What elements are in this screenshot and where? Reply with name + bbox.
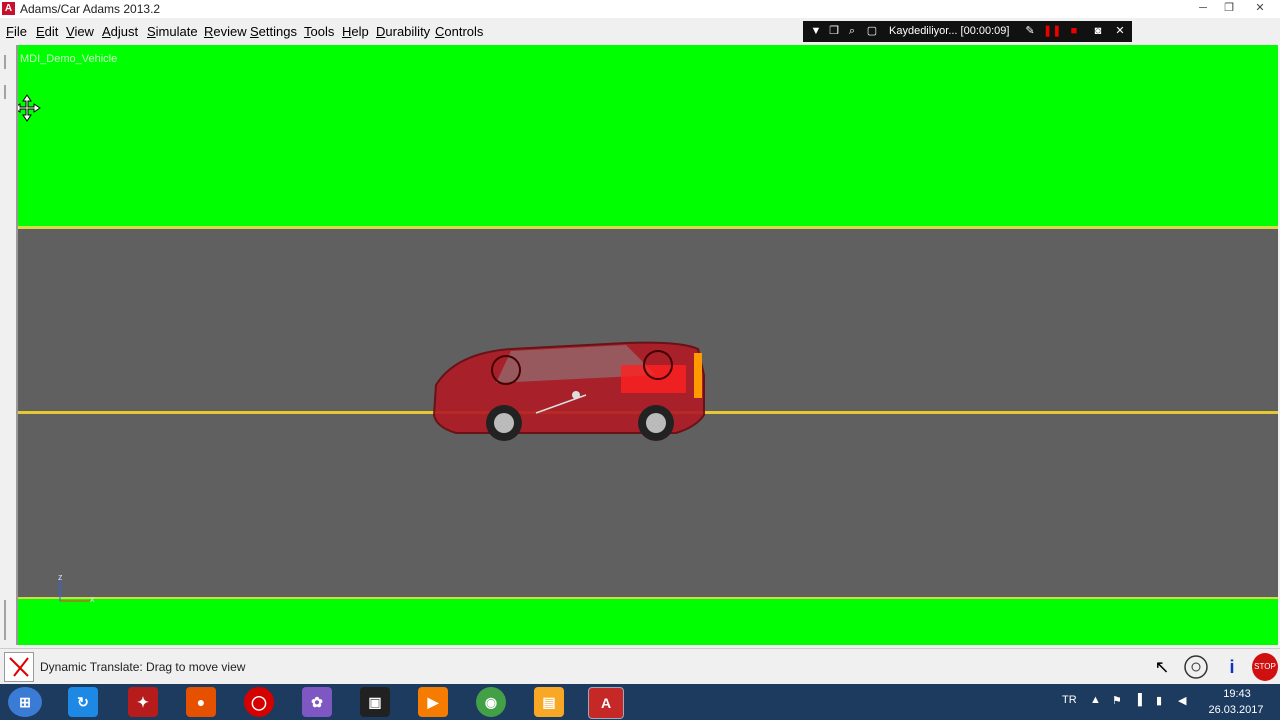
status-bar: Dynamic Translate: Drag to move view ↖ i… bbox=[0, 648, 1280, 685]
model-name-label: MDI_Demo_Vehicle bbox=[20, 53, 118, 65]
menu-file[interactable]: File bbox=[6, 24, 27, 39]
battery-icon[interactable]: ▮ bbox=[1156, 694, 1162, 707]
menu-review[interactable]: Review bbox=[204, 24, 247, 39]
game2-app-icon[interactable]: ▣ bbox=[360, 687, 390, 717]
clock-time[interactable]: 19:43 bbox=[1212, 688, 1262, 700]
language-indicator[interactable]: TR bbox=[1062, 694, 1077, 706]
select-arrow-icon[interactable]: ↖ bbox=[1148, 653, 1176, 681]
minimize-icon[interactable]: ─ bbox=[1190, 1, 1216, 16]
title-bar: A Adams/Car Adams 2013.2 ─ ❐ ✕ bbox=[0, 0, 1280, 18]
menu-edit[interactable]: Edit bbox=[36, 24, 58, 39]
wheel-icon[interactable] bbox=[1182, 653, 1210, 681]
firefox-icon[interactable]: ● bbox=[186, 687, 216, 717]
window-title: Adams/Car Adams 2013.2 bbox=[20, 2, 161, 16]
menu-tools[interactable]: Tools bbox=[304, 24, 334, 39]
start-icon[interactable]: ⊞ bbox=[8, 687, 42, 717]
triad-z-label: z bbox=[58, 572, 63, 582]
menu-view[interactable]: View bbox=[66, 24, 94, 39]
close-icon[interactable]: ✕ bbox=[1111, 21, 1129, 42]
adams-icon[interactable]: A bbox=[588, 687, 624, 719]
menu-durability[interactable]: Durability bbox=[376, 24, 430, 39]
chevron-down-icon[interactable]: ▼ bbox=[807, 21, 825, 42]
app-logo-icon: A bbox=[2, 2, 15, 15]
recorder-toolbar: ▼ ❐ ⌕ ▢ Kaydediliyor... [00:00:09] ✎ ❚❚ … bbox=[803, 21, 1132, 42]
menu-simulate[interactable]: Simulate bbox=[147, 24, 198, 39]
network-icon[interactable]: ▐ bbox=[1134, 694, 1142, 706]
move-cursor-icon bbox=[18, 94, 41, 122]
windows-taskbar: ⊞ ↻ ✦ ● ◯ ✿ ▣ ▶ ◉ ▤ A TR ▲ ⚑ ▐ ▮ ◀ 19:43… bbox=[0, 684, 1280, 720]
opera-icon[interactable]: ◯ bbox=[244, 687, 274, 717]
clock-date[interactable]: 26.03.2017 bbox=[1206, 704, 1266, 716]
stop-icon[interactable]: ■ bbox=[1065, 21, 1083, 42]
refresh-app-icon[interactable]: ↻ bbox=[68, 687, 98, 717]
camera-icon[interactable]: ◙ bbox=[1089, 21, 1107, 42]
menu-controls[interactable]: Controls bbox=[435, 24, 483, 39]
pencil-icon[interactable]: ✎ bbox=[1021, 21, 1039, 42]
graphics-viewport[interactable]: MDI_Demo_Vehicle z x bbox=[16, 45, 1278, 645]
close-icon[interactable]: ✕ bbox=[1244, 1, 1276, 16]
recording-status: Kaydediliyor... [00:00:09] bbox=[889, 25, 1010, 37]
menu-settings[interactable]: Settings bbox=[250, 24, 297, 39]
left-toolbar-strip[interactable] bbox=[0, 45, 14, 645]
tray-expand-icon[interactable]: ▲ bbox=[1090, 694, 1101, 706]
stop-icon[interactable]: STOP bbox=[1252, 653, 1278, 681]
vehicle-model[interactable] bbox=[426, 335, 711, 450]
pause-icon[interactable]: ❚❚ bbox=[1043, 21, 1061, 42]
chrome-icon[interactable]: ◉ bbox=[476, 687, 506, 717]
flag-icon[interactable]: ⚑ bbox=[1112, 694, 1122, 707]
menu-adjust[interactable]: Adjust bbox=[102, 24, 138, 39]
grass-bottom bbox=[18, 599, 1278, 645]
road-edge-top bbox=[18, 226, 1278, 229]
media-player-icon[interactable]: ▶ bbox=[418, 687, 448, 717]
region-icon[interactable]: ▢ bbox=[863, 21, 881, 42]
file-explorer-icon[interactable]: ▤ bbox=[534, 687, 564, 717]
triad-x-label: x bbox=[90, 594, 95, 604]
game-app-icon[interactable]: ✦ bbox=[128, 687, 158, 717]
volume-icon[interactable]: ◀ bbox=[1178, 694, 1186, 707]
zoom-icon[interactable]: ⌕ bbox=[843, 21, 861, 42]
restore-icon[interactable]: ❐ bbox=[1216, 1, 1242, 16]
grass-top bbox=[18, 45, 1278, 226]
status-message: Dynamic Translate: Drag to move view bbox=[40, 660, 246, 674]
tool-status-icon bbox=[4, 652, 34, 682]
info-icon[interactable]: i bbox=[1218, 653, 1246, 681]
menu-help[interactable]: Help bbox=[342, 24, 369, 39]
paint-app-icon[interactable]: ✿ bbox=[302, 687, 332, 717]
window-icon[interactable]: ❐ bbox=[825, 21, 843, 42]
